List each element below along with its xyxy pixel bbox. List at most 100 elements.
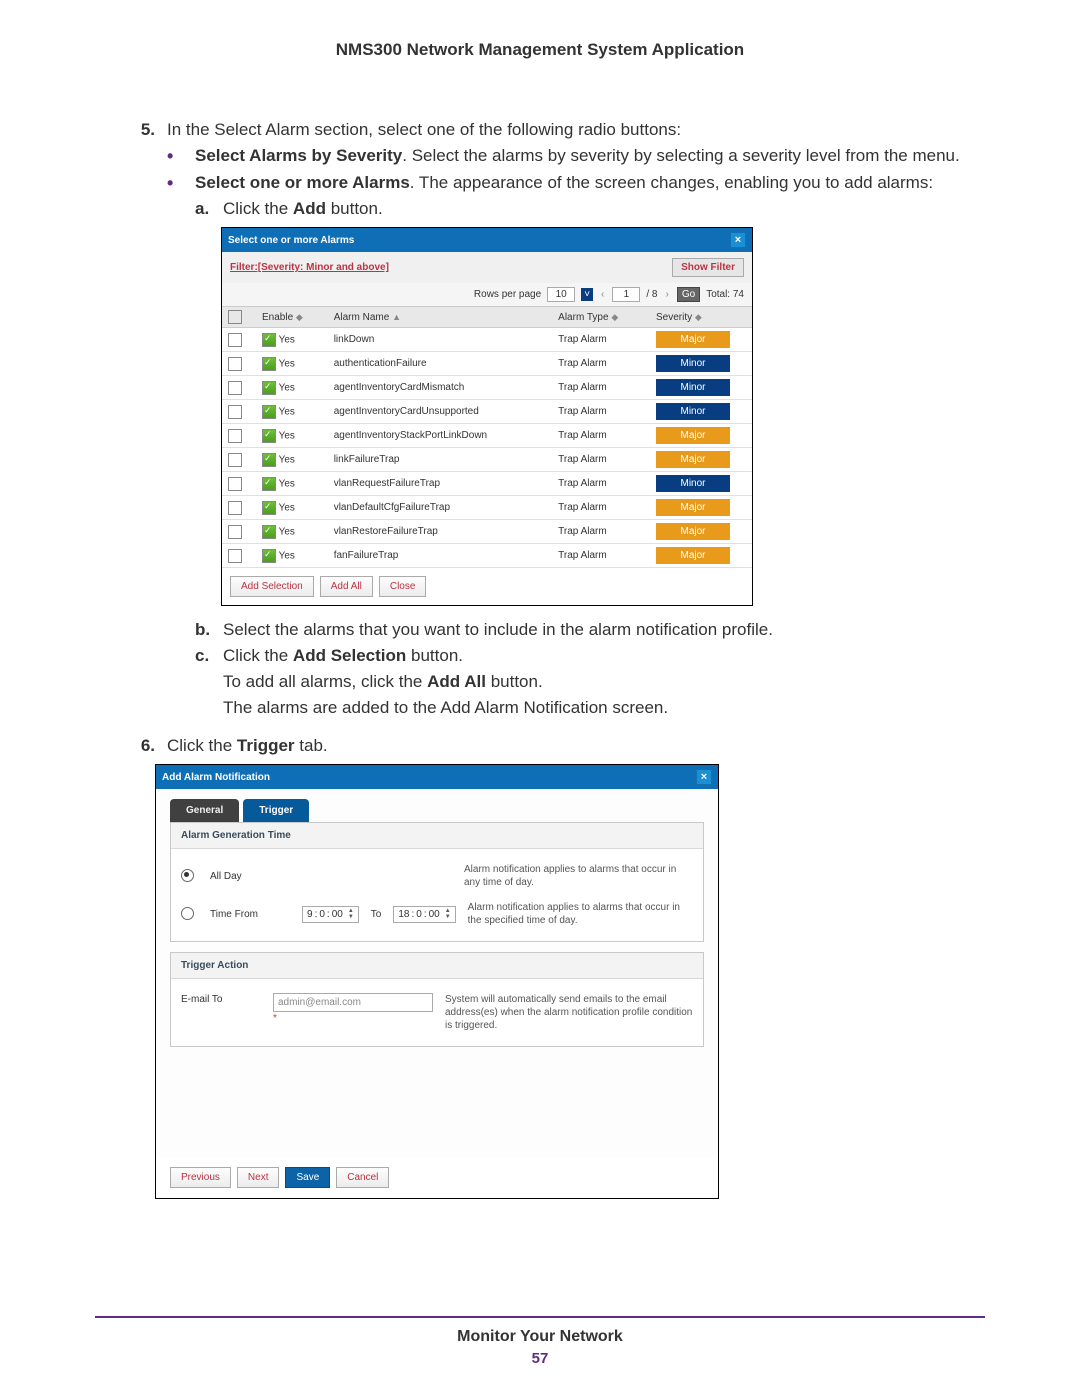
step-a: Click the Add button. [223,199,985,219]
enable-checkbox[interactable] [262,333,276,347]
alarm-type-cell: Trap Alarm [552,400,650,424]
bullet-1-label: Select Alarms by Severity [195,146,402,165]
add-selection-button[interactable]: Add Selection [230,576,314,597]
page-current[interactable]: 1 [612,287,640,302]
footer-title: Monitor Your Network [95,1328,985,1346]
save-button[interactable]: Save [285,1167,330,1188]
col-alarm-type[interactable]: Alarm Type ◆ [552,307,650,328]
spinner-icon[interactable]: ▲▼ [445,908,451,920]
close-icon[interactable]: × [696,769,712,785]
bullet-2-label: Select one or more Alarms [195,173,410,192]
add-all-note: To add all alarms, click the Add All but… [223,672,985,692]
alarm-type-cell: Trap Alarm [552,472,650,496]
enable-checkbox[interactable] [262,501,276,515]
row-checkbox[interactable] [228,549,242,563]
enable-value: Yes [279,406,295,417]
add-all-button[interactable]: Add All [320,576,373,597]
severity-badge: Minor [656,403,730,420]
radio-all-day[interactable] [181,869,198,882]
previous-button[interactable]: Previous [170,1167,231,1188]
tab-general[interactable]: General [170,799,239,822]
col-severity[interactable]: Severity ◆ [650,307,752,328]
row-checkbox[interactable] [228,453,242,467]
alarm-type-cell: Trap Alarm [552,520,650,544]
severity-badge: Major [656,331,730,348]
row-checkbox[interactable] [228,525,242,539]
table-row[interactable]: YesvlanRequestFailureTrapTrap AlarmMinor [222,472,752,496]
sort-icon: ◆ [695,312,702,322]
sort-icon: ◆ [296,312,303,322]
enable-checkbox[interactable] [262,549,276,563]
alarm-name-cell: agentInventoryCardUnsupported [328,400,552,424]
enable-checkbox[interactable] [262,453,276,467]
email-to-label: E-mail To [181,993,261,1006]
table-row[interactable]: YesfanFailureTrapTrap AlarmMajor [222,544,752,568]
tab-trigger[interactable]: Trigger [243,799,309,822]
enable-checkbox[interactable] [262,477,276,491]
radio-time-from[interactable] [181,907,198,920]
table-row[interactable]: YesagentInventoryCardMismatchTrap AlarmM… [222,376,752,400]
rows-per-page-value[interactable]: 10 [547,287,575,302]
spinner-icon[interactable]: ▲▼ [348,908,354,920]
table-row[interactable]: YesauthenticationFailureTrap AlarmMinor [222,352,752,376]
col-enable[interactable]: Enable ◆ [256,307,328,328]
step-a-marker: a. [195,199,223,219]
alarm-name-cell: agentInventoryStackPortLinkDown [328,424,552,448]
all-day-label: All Day [210,870,290,883]
alarm-type-cell: Trap Alarm [552,544,650,568]
next-button[interactable]: Next [237,1167,280,1188]
table-row[interactable]: YeslinkFailureTrapTrap AlarmMajor [222,448,752,472]
row-checkbox[interactable] [228,357,242,371]
enable-value: Yes [279,382,295,393]
enable-checkbox[interactable] [262,405,276,419]
severity-badge: Major [656,451,730,468]
select-alarms-dialog: Select one or more Alarms × Filter:[Seve… [221,227,753,606]
alarm-name-cell: vlanRestoreFailureTrap [328,520,552,544]
row-checkbox[interactable] [228,501,242,515]
row-checkbox[interactable] [228,405,242,419]
table-row[interactable]: YeslinkDownTrap AlarmMajor [222,328,752,352]
step-b-text: Select the alarms that you want to inclu… [223,620,985,640]
close-icon[interactable]: × [730,232,746,248]
bullet-2-text: . The appearance of the screen changes, … [410,173,933,192]
step-5-marker: 5. [95,120,167,730]
enable-checkbox[interactable] [262,525,276,539]
time-to-input[interactable]: 18:0:00 ▲▼ [393,906,455,923]
row-checkbox[interactable] [228,429,242,443]
enable-value: Yes [279,334,295,345]
row-checkbox[interactable] [228,477,242,491]
cancel-button[interactable]: Cancel [336,1167,389,1188]
enable-value: Yes [279,526,295,537]
enable-checkbox[interactable] [262,429,276,443]
row-checkbox[interactable] [228,381,242,395]
enable-value: Yes [279,430,295,441]
show-filter-button[interactable]: Show Filter [672,258,744,277]
close-button[interactable]: Close [379,576,427,597]
enable-checkbox[interactable] [262,381,276,395]
col-alarm-name[interactable]: Alarm Name ▲ [328,307,552,328]
table-row[interactable]: YesvlanDefaultCfgFailureTrapTrap AlarmMa… [222,496,752,520]
time-from-input[interactable]: 9:0:00 ▲▼ [302,906,359,923]
time-from-label: Time From [210,908,290,921]
table-row[interactable]: YesvlanRestoreFailureTrapTrap AlarmMajor [222,520,752,544]
alarm-type-cell: Trap Alarm [552,352,650,376]
select-all-checkbox[interactable] [228,310,242,324]
sort-icon: ◆ [611,312,618,322]
enable-checkbox[interactable] [262,357,276,371]
go-button[interactable]: Go [677,287,700,302]
page-total: / 8 [646,288,657,301]
row-checkbox[interactable] [228,333,242,347]
all-day-hint: Alarm notification applies to alarms tha… [464,863,693,889]
bullet-dot-icon: • [167,173,195,724]
dropdown-icon[interactable]: ˅ [581,288,593,301]
next-page-icon[interactable]: › [664,288,671,301]
alarm-name-cell: linkDown [328,328,552,352]
filter-link[interactable]: Filter:[Severity: Minor and above] [230,261,389,274]
step-6: Click the Trigger tab. [167,736,985,756]
email-to-input[interactable]: admin@email.com [273,993,433,1012]
table-row[interactable]: YesagentInventoryStackPortLinkDownTrap A… [222,424,752,448]
alarms-table: Enable ◆ Alarm Name ▲ Alarm Type ◆ Sever… [222,307,752,568]
table-row[interactable]: Yes agentInventoryCardUnsupportedTrap Ala… [222,400,752,424]
alarm-name-cell: fanFailureTrap [328,544,552,568]
prev-page-icon[interactable]: ‹ [599,288,606,301]
